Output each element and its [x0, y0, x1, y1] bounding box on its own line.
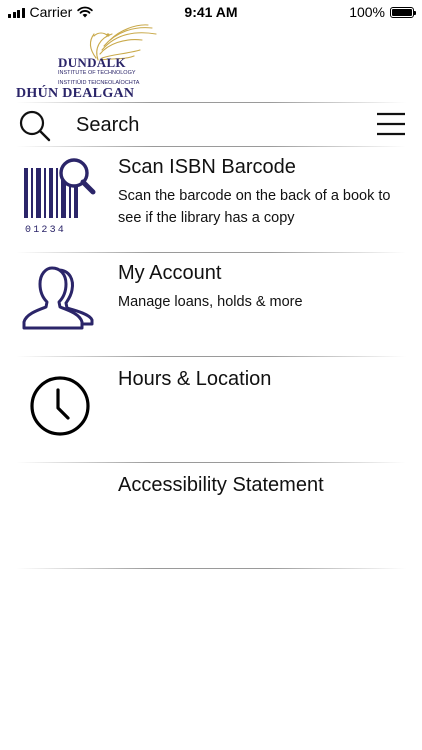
divider: [16, 568, 406, 569]
list-item-my-account[interactable]: My Account Manage loans, holds & more: [0, 254, 422, 360]
list-item-accessibility-statement[interactable]: Accessibility Statement: [0, 466, 422, 572]
divider: [16, 102, 406, 103]
battery-percentage: 100%: [349, 4, 385, 20]
logo-text-institute: INSTITUTE OF TECHNOLOGY: [58, 70, 136, 76]
search-bar: [0, 104, 422, 146]
divider: [16, 146, 406, 147]
search-input[interactable]: [74, 110, 358, 140]
search-icon[interactable]: [18, 109, 52, 143]
item-title: Hours & Location: [118, 368, 272, 390]
item-description: Manage loans, holds & more: [118, 294, 303, 310]
item-title: Scan ISBN Barcode: [118, 156, 296, 178]
status-right: 100%: [349, 4, 416, 20]
item-title: My Account: [118, 262, 222, 284]
barcode-digits: 01234: [25, 225, 66, 236]
list-item-scan-isbn[interactable]: 01234 Scan ISBN Barcode Scan the barcode…: [0, 148, 422, 254]
barcode-scan-icon: 01234: [24, 158, 96, 236]
battery-fill: [392, 8, 412, 16]
battery-icon: [390, 6, 416, 18]
logo-text-dhun-dealgan: DHÚN DEALGAN: [16, 86, 135, 101]
logo-text-dundalk: DUNDALK: [58, 55, 126, 70]
item-title: Accessibility Statement: [118, 474, 324, 496]
divider: [16, 356, 406, 357]
institute-logo: DUNDALK INSTITUTE OF TECHNOLOGY INSTITIÚ…: [16, 24, 166, 102]
item-description: Scan the barcode on the back of a book t…: [118, 188, 391, 226]
list-item-hours-location[interactable]: Hours & Location: [0, 360, 422, 466]
users-icon: [22, 266, 94, 330]
clock-icon: [30, 376, 90, 436]
divider: [16, 462, 406, 463]
hamburger-menu-icon[interactable]: [376, 109, 406, 139]
status-bar: Carrier 9:41 AM 100%: [0, 0, 422, 24]
divider: [16, 252, 406, 253]
